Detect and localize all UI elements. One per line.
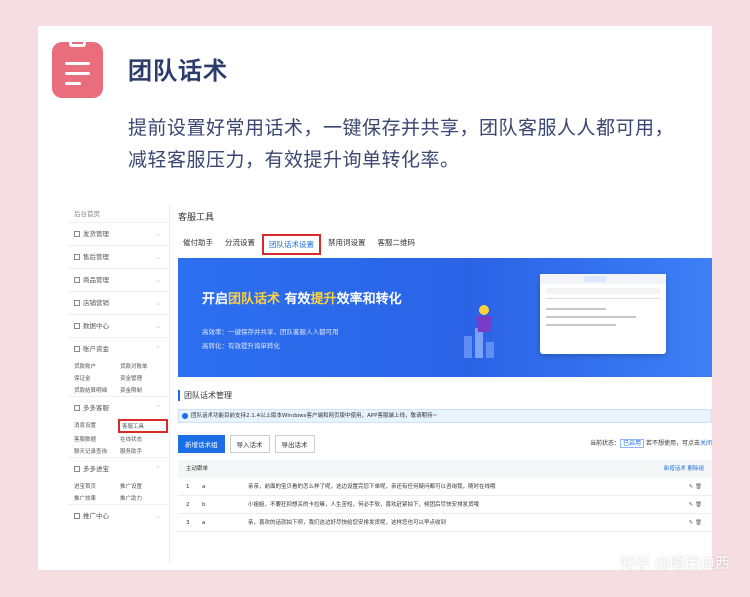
headset-icon xyxy=(74,405,80,411)
status-bar: 当前状态： 已启用 若不想使用，可点击关闭 xyxy=(590,439,712,448)
sidebar-link[interactable]: 进宝首页 xyxy=(74,482,120,490)
sidebar-link[interactable]: 保证金 xyxy=(74,374,120,382)
section-title: 团队话术管理 xyxy=(178,390,232,401)
chevron-down-icon: ⌄ xyxy=(155,512,161,520)
action-buttons: 新增话术组 导入话术 导出话术 xyxy=(178,435,320,453)
sidebar-link[interactable]: 推广设置 xyxy=(120,482,166,490)
sidebar-link[interactable]: 聊天记录查询 xyxy=(74,447,120,455)
feature-heading: 团队话术 xyxy=(128,57,228,85)
sidebar-item-promo[interactable]: 推广中心 ⌄ xyxy=(68,504,169,527)
row-actions[interactable]: ✎ 🗑 xyxy=(689,514,702,532)
row-actions[interactable]: ✎ 🗑 xyxy=(689,478,702,496)
page-title: 客服工具 xyxy=(178,213,215,223)
watermark: 知乎 @晤西迪西 xyxy=(620,554,730,572)
embedded-screenshot: 后台首页 发货管理 ⌄ 售后管理 ⌄ 商品管理 ⌄ 店铺营销 ⌄ 数据中心 ⌄ 账户资金 ⌃… xyxy=(68,204,712,564)
add-script-link[interactable]: 新增话术 xyxy=(664,466,686,472)
table-header: 主动跟单 新增话术 删除组 xyxy=(178,460,712,478)
sidebar-item-funds[interactable]: 账户资金 ⌃ xyxy=(68,337,169,360)
sidebar-item-jinbao[interactable]: 多多进宝 ⌃ xyxy=(68,457,169,480)
chevron-down-icon: ⌄ xyxy=(155,322,161,330)
promo-banner: 开启团队话术 有效提升效率和转化 高效率：一键保存并共享，团队客服人人都可用 高… xyxy=(178,258,712,377)
import-button[interactable]: 导入话术 xyxy=(229,435,270,453)
sidebar-link[interactable]: 货款账户 xyxy=(74,362,120,370)
coin-icon xyxy=(74,466,80,472)
feature-card: 团队话术 提前设置好常用话术，一键保存并共享，团队客服人人都可用，减轻客服压力，… xyxy=(38,26,712,570)
sidebar-link[interactable]: 服务助手 xyxy=(120,447,166,455)
sidebar-item-shipping[interactable]: 发货管理 ⌄ xyxy=(68,222,169,245)
sidebar-link[interactable]: 货款对账单 xyxy=(120,362,166,370)
group-name: 主动跟单 xyxy=(186,466,209,472)
wallet-icon xyxy=(74,346,80,352)
tab-team-script[interactable]: 团队话术设置 xyxy=(262,234,321,255)
tab-bar: 催付助手 分流设置 团队话术设置 禁用词设置 客服二维码 xyxy=(178,234,422,255)
table-row: 1 a 亲亲，前面的宝贝看的怎么样了呢，这边设置完您下单呢，亲还有任何疑问都可以咨询… xyxy=(178,478,712,496)
delete-group-link[interactable]: 删除组 xyxy=(687,466,704,472)
store-icon xyxy=(74,300,80,306)
sidebar-item-aftersale[interactable]: 售后管理 ⌄ xyxy=(68,245,169,268)
sidebar-link[interactable]: 客服数据 xyxy=(74,435,120,443)
export-button[interactable]: 导出话术 xyxy=(274,435,315,453)
sidebar-link[interactable]: 资金限制 xyxy=(120,386,166,394)
sidebar-link[interactable]: 推广助力 xyxy=(120,494,166,502)
sidebar-home[interactable]: 后台首页 xyxy=(68,204,169,222)
banner-title: 开启团队话术 有效提升效率和转化 xyxy=(202,292,402,307)
grid-icon xyxy=(74,277,80,283)
bar-chart-icon xyxy=(74,323,80,329)
box-icon xyxy=(74,231,80,237)
tab-banned-words[interactable]: 禁用词设置 xyxy=(323,234,371,255)
feature-intro: 提前设置好常用话术，一键保存并共享，团队客服人人都可用，减轻客服压力，有效提升询… xyxy=(128,117,675,171)
script-table: 主动跟单 新增话术 删除组 1 a 亲亲，前面的宝贝看的怎么样了呢，这边设置完您下单… xyxy=(178,460,712,532)
jinbao-links: 进宝首页 推广设置 推广效果 推广助力 xyxy=(68,480,169,504)
chevron-up-icon: ⌃ xyxy=(155,404,161,412)
tab-qrcode[interactable]: 客服二维码 xyxy=(373,234,421,255)
sidebar-link[interactable]: 推广效果 xyxy=(74,494,120,502)
row-actions[interactable]: ✎ 🗑 xyxy=(689,496,702,514)
sidebar-item-data[interactable]: 数据中心 ⌄ xyxy=(68,314,169,337)
share-icon xyxy=(74,513,80,519)
chevron-down-icon: ⌄ xyxy=(155,276,161,284)
close-link[interactable]: 关闭 xyxy=(700,440,712,447)
table-row: 3 a 亲，喜欢的话就拍下呗，我们这边好尽快给您安排发货呢，这样您也可以早点收到 ✎ … xyxy=(178,514,712,532)
status-badge: 已启用 xyxy=(620,439,645,448)
sidebar: 后台首页 发货管理 ⌄ 售后管理 ⌄ 商品管理 ⌄ 店铺营销 ⌄ 数据中心 ⌄ 账户资金 ⌃… xyxy=(68,204,170,564)
tab-fenliu[interactable]: 分流设置 xyxy=(220,234,260,255)
illustration-figure xyxy=(464,305,494,358)
sidebar-link[interactable]: 货款结算明细 xyxy=(74,386,120,394)
sidebar-item-goods[interactable]: 商品管理 ⌄ xyxy=(68,268,169,291)
header-actions: 新增话术 删除组 xyxy=(664,460,704,478)
sidebar-link-kefu-tools[interactable]: 客服工具 xyxy=(118,419,168,433)
chevron-up-icon: ⌃ xyxy=(155,345,161,353)
main-panel: 客服工具 催付助手 分流设置 团队话术设置 禁用词设置 客服二维码 开启团队话术… xyxy=(178,204,712,564)
info-icon xyxy=(182,413,188,419)
sidebar-link[interactable]: 资金管理 xyxy=(120,374,166,382)
chevron-down-icon: ⌄ xyxy=(155,299,161,307)
shield-icon xyxy=(74,254,80,260)
chevron-down-icon: ⌄ xyxy=(155,230,161,238)
banner-line: 高转化：有效提升询单转化 xyxy=(202,342,280,350)
info-notice: 团队话术功能目前支持2.1.4以上版本Windows客户端和网页版中使用，APP… xyxy=(178,409,712,423)
chevron-up-icon: ⌃ xyxy=(155,465,161,473)
clipboard-icon xyxy=(52,39,103,98)
table-row: 2 b 小姐姐，不要狂抑想买的卡拉嘛，人生苦短，何必手软，喜欢赶紧拍下，候团后尽快安… xyxy=(178,496,712,514)
kefu-links: 消息设置 客服工具 客服数据 在线状态 聊天记录查询 服务助手 xyxy=(68,419,169,457)
sidebar-link[interactable]: 在线状态 xyxy=(120,435,166,443)
funds-links: 货款账户 货款对账单 保证金 资金管理 货款结算明细 资金限制 xyxy=(68,360,169,396)
sidebar-item-kefu[interactable]: 多多客服 ⌃ xyxy=(68,396,169,419)
chat-window-preview xyxy=(540,274,666,354)
sidebar-link[interactable]: 消息设置 xyxy=(74,421,120,431)
tab-cuifu[interactable]: 催付助手 xyxy=(178,234,218,255)
sidebar-item-marketing[interactable]: 店铺营销 ⌄ xyxy=(68,291,169,314)
banner-line: 高效率：一键保存并共享，团队客服人人都可用 xyxy=(202,328,339,336)
chevron-down-icon: ⌄ xyxy=(155,253,161,261)
new-group-button[interactable]: 新增话术组 xyxy=(178,435,225,453)
